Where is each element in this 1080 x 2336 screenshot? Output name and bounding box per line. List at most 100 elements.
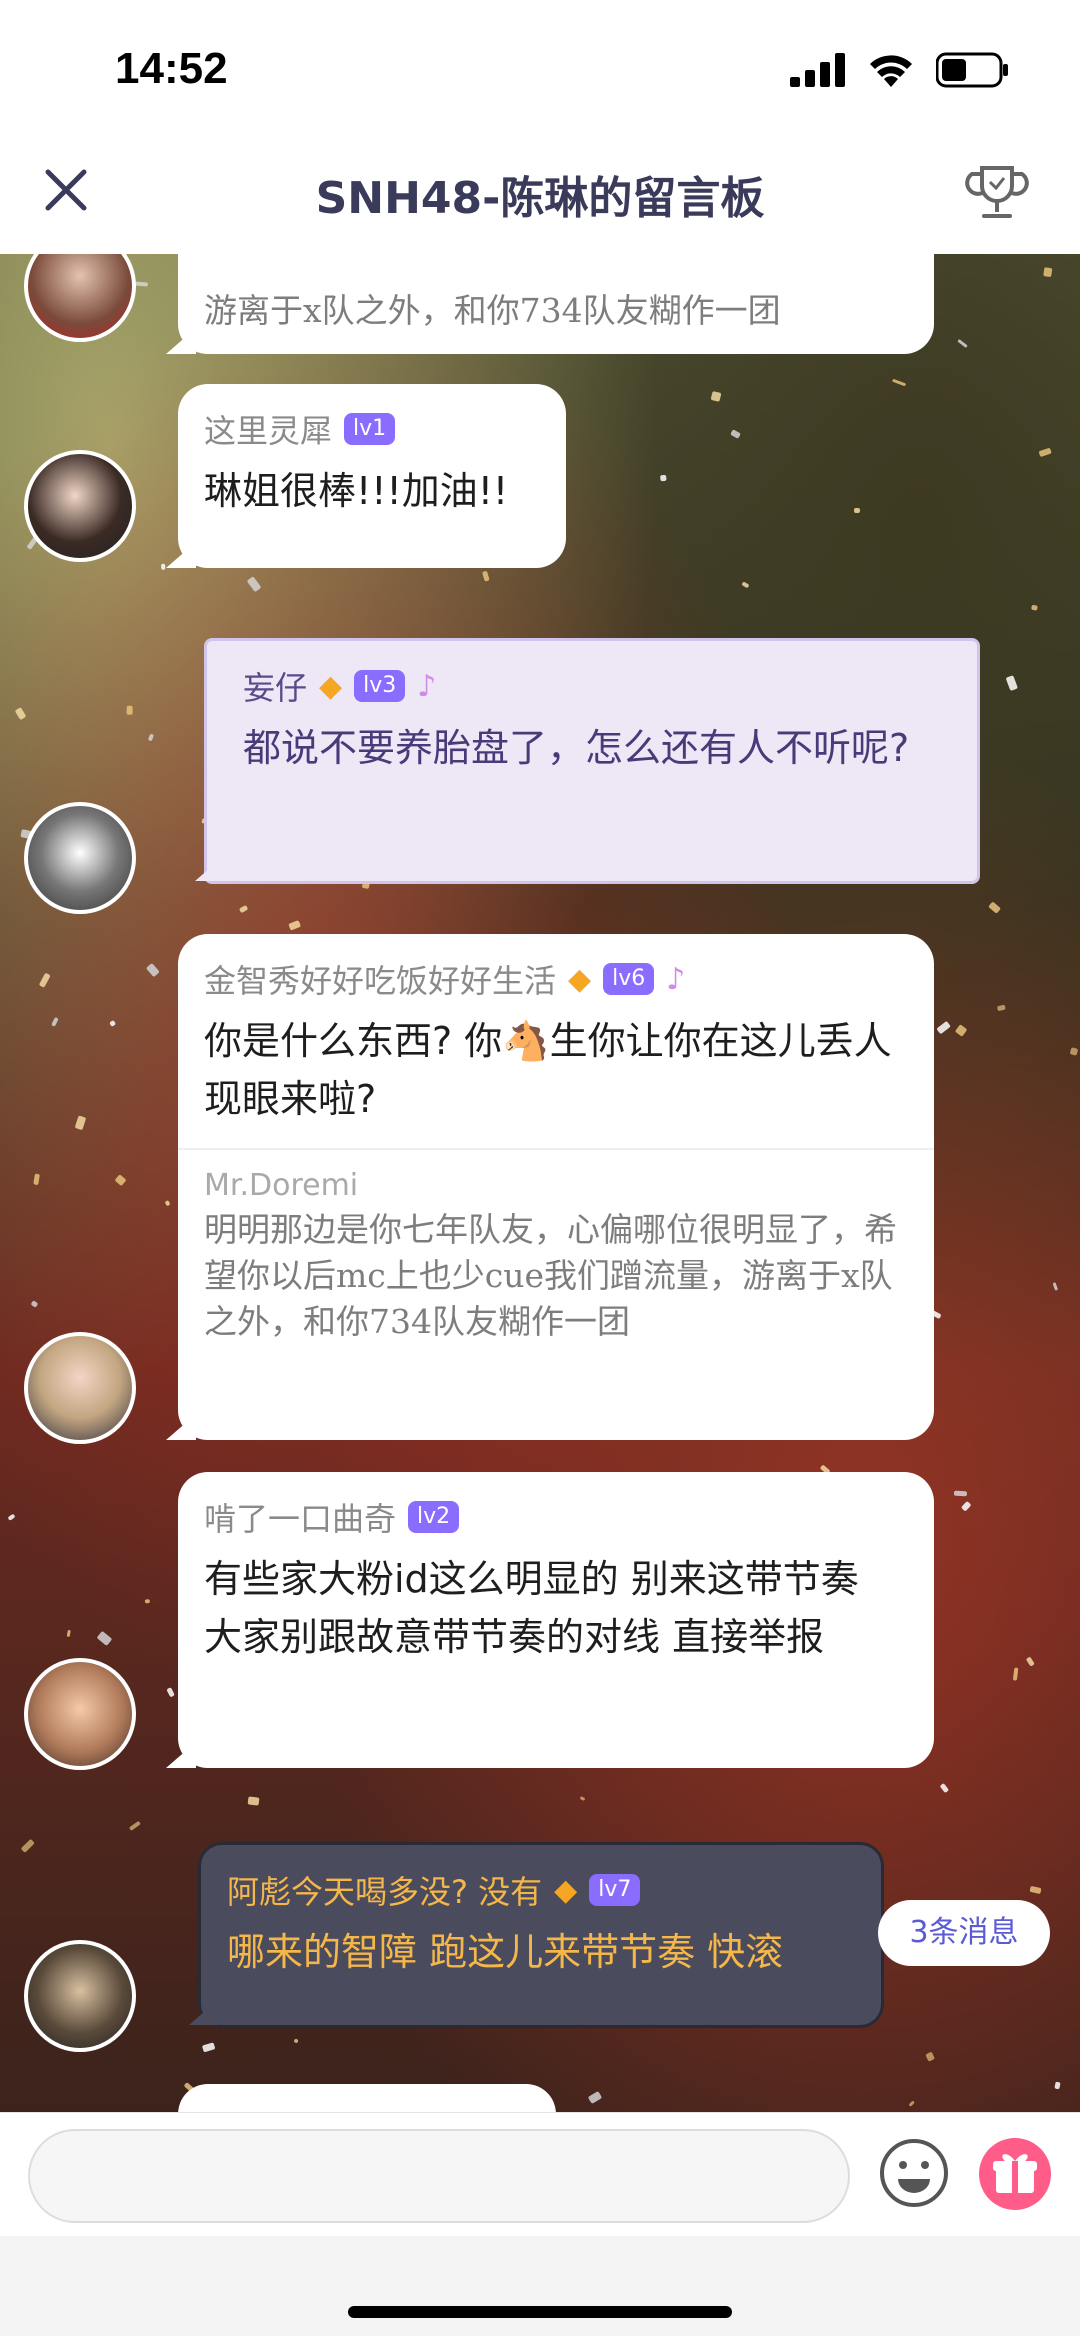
page-title: SNH48-陈琳的留言板 (315, 173, 765, 224)
status-bar: 14:52 (0, 0, 1080, 140)
trophy-icon[interactable] (964, 160, 1030, 226)
confetti-decoration (66, 1629, 72, 1638)
message-bubble[interactable]: 金智秀好好吃饭好好生活 ◆ lv6 ♪ 你是什么东西? 你🐴生你让你在这儿丢人现… (178, 934, 934, 1440)
confetti-decoration (38, 972, 51, 988)
confetti-decoration (925, 2052, 936, 2062)
confetti-decoration (996, 1004, 1006, 1012)
confetti-decoration (1042, 267, 1053, 278)
confetti-decoration (482, 570, 490, 582)
message-text: 哪来的智障 跑这儿来带节奏 快滚 (227, 1930, 784, 1974)
confetti-decoration (21, 1838, 36, 1853)
wifi-icon (870, 55, 912, 87)
confetti-decoration (961, 1500, 972, 1511)
new-messages-button[interactable]: 3条消息 (878, 1900, 1050, 1966)
avatar[interactable] (24, 450, 136, 562)
confetti-decoration (1005, 675, 1018, 691)
input-bar (0, 2112, 1080, 2236)
confetti-decoration (853, 507, 861, 513)
badge-icon: ♪ (417, 668, 437, 704)
confetti-decoration (953, 1490, 968, 1497)
confetti-decoration (891, 379, 906, 388)
confetti-decoration (710, 391, 722, 402)
message-text: 琳姐很棒!!!加油!! (204, 469, 509, 513)
message-bubble[interactable]: 游离于x队之外，和你734队友糊作一团 (178, 254, 934, 354)
message-bubble[interactable]: 啃了一口曲奇 lv2 有些家大粉id这么明显的 别来这带节奏 大家别跟故意带节奏的… (178, 1472, 934, 1768)
level-badge: lv7 (589, 1874, 641, 1906)
confetti-decoration (52, 1017, 60, 1027)
confetti-decoration (147, 733, 154, 742)
status-icons (790, 52, 1010, 88)
level-badge: lv1 (344, 413, 396, 445)
confetti-decoration (134, 281, 149, 287)
confetti-decoration (1038, 447, 1053, 457)
gift-icon[interactable] (978, 2137, 1052, 2211)
confetti-decoration (940, 1783, 950, 1794)
confetti-decoration (741, 581, 751, 588)
message-input[interactable] (28, 2129, 850, 2223)
confetti-decoration (166, 1687, 175, 1698)
avatar[interactable] (24, 1940, 136, 2052)
emoji-icon[interactable] (878, 2137, 950, 2209)
confetti-decoration (97, 1630, 113, 1646)
chat-message-list[interactable]: 游离于x队之外，和你734队友糊作一团 这里灵犀 lv1 琳姐很棒!!!加油!! … (0, 254, 1080, 2112)
level-badge: lv3 (354, 670, 406, 702)
confetti-decoration (30, 1300, 39, 1309)
message-bubble[interactable]: 阿彪今天喝多没? 没有 ◆ lv7 哪来的智障 跑这儿来带节奏 快滚 (198, 1842, 884, 2028)
message-bubble[interactable] (178, 2084, 556, 2112)
message-username: 啃了一口曲奇 lv2 (204, 1494, 908, 1540)
confetti-decoration (1012, 1667, 1019, 1681)
message-bubble[interactable]: 这里灵犀 lv1 琳姐很棒!!!加油!! (178, 384, 566, 568)
confetti-decoration (1051, 1282, 1058, 1292)
diamond-icon: ◆ (568, 961, 592, 997)
badge-icon: ♪ (666, 961, 686, 997)
message-username: 金智秀好好吃饭好好生活 ◆ lv6 ♪ (204, 961, 686, 1001)
confetti-decoration (144, 1598, 150, 1604)
confetti-decoration (957, 338, 968, 348)
avatar[interactable] (24, 1332, 136, 1444)
confetti-decoration (1031, 605, 1038, 612)
nav-header: SNH48-陈琳的留言板 (0, 140, 1080, 254)
confetti-decoration (161, 563, 166, 571)
quoted-message[interactable]: Mr.Doremi 明明那边是你七年队友，心偏哪位很明显了，希望你以后mc上也少… (178, 1148, 934, 1345)
battery-icon (936, 52, 1008, 88)
avatar[interactable] (24, 802, 136, 914)
confetti-decoration (936, 1020, 951, 1034)
confetti-decoration (146, 963, 160, 978)
confetti-decoration (988, 901, 1002, 915)
confetti-decoration (246, 576, 262, 593)
avatar[interactable] (24, 254, 136, 342)
quoted-username: Mr.Doremi (204, 1168, 359, 1203)
diamond-icon: ◆ (319, 668, 343, 704)
home-indicator-area (0, 2236, 1080, 2336)
confetti-decoration (288, 919, 302, 931)
confetti-decoration (587, 2090, 602, 2105)
message-text: 有些家大粉id这么明显的 别来这带节奏 大家别跟故意带节奏的对线 直接举报 (204, 1557, 859, 1659)
message-username: 阿彪今天喝多没? 没有 ◆ lv7 (227, 1867, 855, 1913)
avatar[interactable] (24, 1658, 136, 1770)
confetti-decoration (114, 1174, 126, 1187)
confetti-decoration (109, 1019, 117, 1027)
message-username: 妄仔 ◆ lv3 ♪ (243, 668, 437, 708)
signal-icon (790, 53, 845, 87)
confetti-decoration (125, 705, 133, 715)
confetti-decoration (14, 706, 26, 720)
message-text: 你是什么东西? 你🐴生你让你在这儿丢人现眼来啦? (204, 1019, 892, 1121)
level-badge: lv2 (408, 1501, 460, 1533)
confetti-decoration (579, 1796, 586, 1802)
status-time: 14:52 (115, 44, 228, 93)
confetti-decoration (7, 1513, 16, 1521)
confetti-decoration (1054, 2081, 1061, 2089)
home-indicator[interactable] (348, 2306, 732, 2318)
confetti-decoration (659, 475, 667, 482)
message-bubble[interactable]: 妄仔 ◆ lv3 ♪ 都说不要养胎盘了，怎么还有人不听呢? (204, 638, 980, 884)
confetti-decoration (292, 2037, 299, 2044)
confetti-decoration (1070, 1046, 1079, 1055)
confetti-decoration (128, 1821, 141, 1832)
confetti-decoration (908, 2100, 915, 2107)
confetti-decoration (1029, 1885, 1043, 1894)
confetti-decoration (247, 1796, 260, 1806)
quoted-text: 明明那边是你七年队友，心偏哪位很明显了，希望你以后mc上也少cue我们蹭流量，游… (204, 1210, 897, 1341)
quoted-text: 游离于x队之外，和你734队友糊作一团 (204, 291, 781, 330)
level-badge: lv6 (603, 963, 655, 995)
diamond-icon: ◆ (554, 1872, 578, 1908)
